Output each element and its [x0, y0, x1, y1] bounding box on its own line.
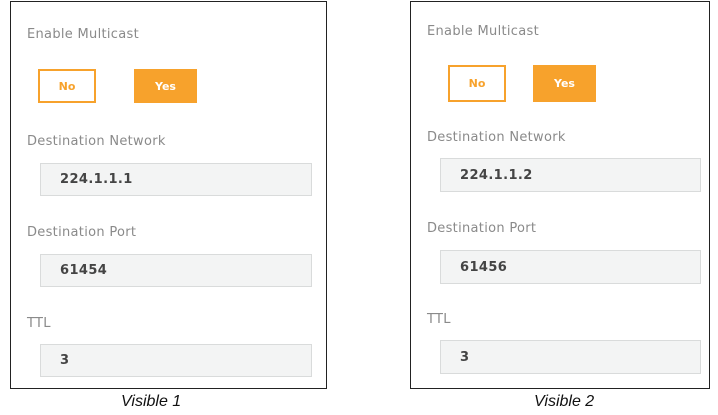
- enable-multicast-label: Enable Multicast: [27, 27, 139, 42]
- destination-port-field[interactable]: 61456: [440, 250, 701, 284]
- ttl-field[interactable]: 3: [40, 344, 312, 377]
- destination-network-label: Destination Network: [27, 134, 166, 149]
- multicast-yes-button[interactable]: Yes: [533, 65, 596, 102]
- destination-network-field[interactable]: 224.1.1.2: [440, 158, 701, 192]
- ttl-label: TTL: [427, 312, 451, 327]
- multicast-no-button[interactable]: No: [448, 65, 506, 102]
- destination-port-label: Destination Port: [27, 225, 137, 240]
- destination-port-label: Destination Port: [427, 221, 537, 236]
- destination-network-label: Destination Network: [427, 130, 566, 145]
- ttl-label: TTL: [27, 316, 51, 331]
- multicast-yes-button[interactable]: Yes: [134, 69, 197, 103]
- multicast-no-button[interactable]: No: [38, 69, 96, 103]
- ttl-field[interactable]: 3: [440, 340, 701, 374]
- multicast-settings-panel-2: Enable Multicast No Yes Destination Netw…: [410, 1, 710, 389]
- enable-multicast-label: Enable Multicast: [427, 24, 539, 39]
- destination-port-field[interactable]: 61454: [40, 254, 312, 287]
- caption-visible-1: Visible 1: [121, 393, 182, 410]
- destination-network-field[interactable]: 224.1.1.1: [40, 163, 312, 196]
- caption-visible-2: Visible 2: [534, 393, 595, 410]
- multicast-settings-panel-1: Enable Multicast No Yes Destination Netw…: [10, 1, 327, 389]
